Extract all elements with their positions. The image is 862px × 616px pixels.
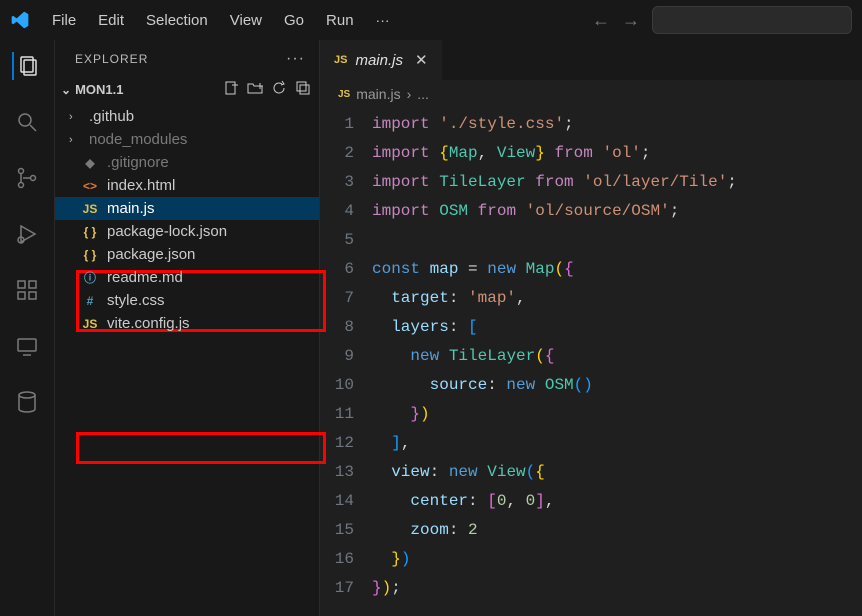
- tree-item--github[interactable]: ›.github: [55, 105, 319, 128]
- close-icon[interactable]: ✕: [415, 51, 428, 69]
- chevron-down-icon: ⌄: [61, 83, 71, 97]
- refresh-icon[interactable]: [271, 80, 287, 99]
- menu-go[interactable]: Go: [274, 8, 314, 33]
- chevron-right-icon: ›: [69, 134, 81, 146]
- tree-item-vite-config-js[interactable]: JSvite.config.js: [55, 312, 319, 335]
- tree-item-package-json[interactable]: { }package.json: [55, 243, 319, 266]
- code-lines: import './style.css';import {Map, View} …: [372, 110, 862, 616]
- info-icon: ⓘ: [81, 269, 99, 286]
- collapse-all-icon[interactable]: [295, 80, 311, 99]
- js-icon: JS: [338, 89, 350, 100]
- run-debug-icon[interactable]: [13, 220, 41, 248]
- explorer-more-icon[interactable]: ···: [286, 50, 305, 68]
- code-editor[interactable]: 1234567891011121314151617 import './styl…: [320, 108, 862, 616]
- tree-item-style-css[interactable]: #style.css: [55, 289, 319, 312]
- breadcrumb-sep: ›: [407, 86, 412, 102]
- tree-item--gitignore[interactable]: ◆.gitignore: [55, 151, 319, 174]
- search-icon[interactable]: [13, 108, 41, 136]
- html-icon: <>: [81, 179, 99, 193]
- css-icon: #: [81, 294, 99, 308]
- editor-area: JS main.js ✕ JS main.js › ... 1234567891…: [320, 40, 862, 616]
- menu-overflow-icon[interactable]: ···: [366, 8, 400, 32]
- js-icon: JS: [81, 317, 99, 331]
- nav-forward-icon[interactable]: →: [622, 10, 640, 31]
- menu-file[interactable]: File: [42, 8, 86, 33]
- tree-item-package-lock-json[interactable]: { }package-lock.json: [55, 220, 319, 243]
- tree-item-index-html[interactable]: <>index.html: [55, 174, 319, 197]
- js-icon: JS: [334, 54, 347, 66]
- menu-selection[interactable]: Selection: [136, 8, 218, 33]
- json-icon: { }: [81, 225, 99, 239]
- vscode-logo-icon: [10, 10, 30, 30]
- json-icon: { }: [81, 248, 99, 262]
- tree-item-main-js[interactable]: JSmain.js: [55, 197, 319, 220]
- titlebar: FileEditSelectionViewGoRun ··· ← →: [0, 0, 862, 40]
- file-tree: ›.github›node_modules◆.gitignore<>index.…: [55, 103, 319, 335]
- new-folder-icon[interactable]: [247, 80, 263, 99]
- git-icon: ◆: [81, 156, 99, 170]
- breadcrumb-file: main.js: [356, 86, 400, 102]
- source-control-icon[interactable]: [13, 164, 41, 192]
- folder-actions: [223, 80, 311, 99]
- tree-item-node-modules[interactable]: ›node_modules: [55, 128, 319, 151]
- menu-view[interactable]: View: [220, 8, 272, 33]
- menu-run[interactable]: Run: [316, 8, 364, 33]
- js-icon: JS: [81, 202, 99, 216]
- tab-bar: JS main.js ✕: [320, 40, 862, 80]
- menu-edit[interactable]: Edit: [88, 8, 134, 33]
- tab-main-js[interactable]: JS main.js ✕: [320, 40, 443, 80]
- new-file-icon[interactable]: [223, 80, 239, 99]
- line-gutter: 1234567891011121314151617: [320, 110, 372, 616]
- activity-bar: [0, 40, 55, 616]
- explorer-sidebar: EXPLORER ··· ⌄ MON1.1 ›.github›node_modu…: [55, 40, 320, 616]
- tab-label: main.js: [355, 52, 403, 69]
- breadcrumb-rest: ...: [417, 86, 429, 102]
- explorer-icon[interactable]: [12, 52, 40, 80]
- nav-back-icon[interactable]: ←: [592, 10, 610, 31]
- folder-root[interactable]: ⌄ MON1.1: [55, 76, 319, 103]
- tree-item-readme-md[interactable]: ⓘreadme.md: [55, 266, 319, 289]
- extensions-icon[interactable]: [13, 276, 41, 304]
- chevron-right-icon: ›: [69, 111, 81, 123]
- database-icon[interactable]: [13, 388, 41, 416]
- breadcrumb[interactable]: JS main.js › ...: [320, 80, 862, 108]
- folder-name: MON1.1: [75, 82, 123, 97]
- explorer-title: EXPLORER: [75, 52, 148, 66]
- remote-icon[interactable]: [13, 332, 41, 360]
- command-center-input[interactable]: [652, 6, 852, 34]
